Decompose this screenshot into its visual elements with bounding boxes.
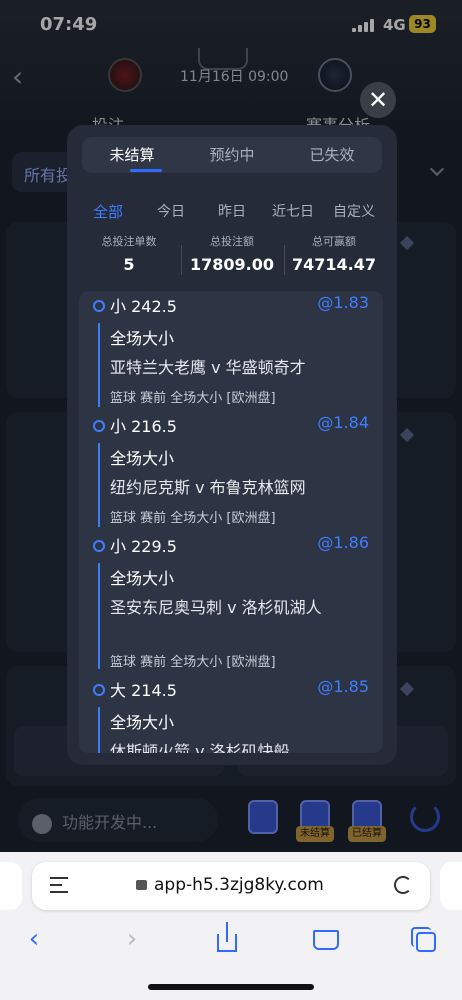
bet-market: 全场大小	[110, 449, 175, 468]
bet-market: 全场大小	[110, 569, 175, 588]
bet-summary: 总投注单数 5 总投注额 17809.00 总可赢额 74714.47	[79, 233, 385, 281]
home-indicator	[148, 984, 314, 990]
segment-unsettled[interactable]: 未结算	[82, 137, 182, 173]
bet-timeline	[98, 563, 100, 669]
stat-value: 5	[123, 255, 135, 274]
address-bar[interactable]: app-h5.3zjg8ky.com	[32, 862, 430, 910]
tabs-icon[interactable]	[416, 932, 436, 952]
active-segment-indicator	[130, 169, 162, 172]
filter-all[interactable]: 全部	[93, 201, 123, 222]
bet-market: 全场大小	[110, 713, 175, 732]
reload-icon[interactable]	[394, 876, 412, 894]
bet-item[interactable]: 大 214.5 @1.85 全场大小 休斯顿火箭 v 洛杉矶快船	[79, 677, 383, 753]
bet-status-dot-icon	[93, 300, 105, 312]
bet-pick: 大 214.5	[110, 681, 177, 700]
next-tab-preview[interactable]	[440, 862, 462, 910]
filter-yesterday[interactable]: 昨日	[218, 201, 246, 221]
bet-records-modal: 未结算 预约中 已失效 全部 今日 昨日 近七日 自定义 总投注单数 5 总投注…	[67, 125, 397, 765]
bet-status-dot-icon	[93, 540, 105, 552]
bet-meta: 篮球 赛前 全场大小 [欧洲盘]	[110, 655, 276, 670]
bet-pick: 小 229.5	[110, 537, 177, 556]
stat-total-bets: 总投注单数 5	[79, 233, 179, 274]
bet-odds: @1.85	[317, 677, 369, 696]
stat-label: 总可赢额	[312, 235, 356, 248]
bet-status-dot-icon	[93, 420, 105, 432]
bet-match: 休斯顿火箭 v 洛杉矶快船	[110, 742, 290, 753]
filter-custom[interactable]: 自定义	[333, 201, 375, 221]
segment-expired[interactable]: 已失效	[282, 137, 382, 173]
bet-match: 圣安东尼奥马刺 v 洛杉矶湖人	[110, 598, 322, 617]
stat-label: 总投注单数	[101, 235, 157, 248]
close-icon[interactable]: ✕	[360, 82, 396, 118]
stat-label: 总投注额	[210, 235, 254, 248]
browser-toolbar: app-h5.3zjg8ky.com ‹ ›	[0, 852, 462, 1000]
bet-item[interactable]: 小 242.5 @1.83 全场大小 亚特兰大老鹰 v 华盛顿奇才 篮球 赛前 …	[79, 293, 383, 411]
bet-timeline	[98, 443, 100, 527]
date-filter-bar: 全部 今日 昨日 近七日 自定义	[85, 201, 385, 221]
status-segmented-control: 未结算 预约中 已失效	[82, 137, 382, 173]
stat-value: 74714.47	[291, 255, 376, 274]
bet-item[interactable]: 小 229.5 @1.86 全场大小 圣安东尼奥马刺 v 洛杉矶湖人 篮球 赛前…	[79, 533, 383, 675]
bookmarks-icon[interactable]	[313, 930, 339, 950]
back-icon[interactable]: ‹	[18, 924, 50, 954]
bet-match: 亚特兰大老鹰 v 华盛顿奇才	[110, 358, 306, 377]
page-menu-icon[interactable]	[50, 877, 68, 893]
bet-market: 全场大小	[110, 329, 175, 348]
stat-value: 17809.00	[189, 255, 274, 274]
previous-tab-preview[interactable]	[0, 862, 22, 910]
bet-timeline	[98, 323, 100, 407]
forward-icon: ›	[126, 924, 138, 954]
lock-icon	[136, 880, 147, 890]
bet-odds: @1.86	[317, 533, 369, 552]
share-arrow	[226, 922, 228, 942]
bet-list[interactable]: 小 242.5 @1.83 全场大小 亚特兰大老鹰 v 华盛顿奇才 篮球 赛前 …	[79, 291, 383, 753]
bet-timeline	[98, 707, 100, 753]
bet-pick: 小 216.5	[110, 417, 177, 436]
bet-item[interactable]: 小 216.5 @1.84 全场大小 纽约尼克斯 v 布鲁克林篮网 篮球 赛前 …	[79, 413, 383, 531]
bet-odds: @1.84	[317, 413, 369, 432]
stat-total-stake: 总投注额 17809.00	[182, 233, 282, 274]
filter-last-seven-days[interactable]: 近七日	[272, 201, 314, 221]
filter-today[interactable]: 今日	[157, 201, 185, 221]
bet-meta: 篮球 赛前 全场大小 [欧洲盘]	[110, 511, 276, 526]
bet-pick: 小 242.5	[110, 297, 177, 316]
bet-meta: 篮球 赛前 全场大小 [欧洲盘]	[110, 391, 276, 406]
bet-odds: @1.83	[317, 293, 369, 312]
address-url[interactable]: app-h5.3zjg8ky.com	[154, 875, 324, 895]
stat-potential-win: 总可赢额 74714.47	[284, 233, 384, 274]
bet-status-dot-icon	[93, 684, 105, 696]
bet-match: 纽约尼克斯 v 布鲁克林篮网	[110, 478, 306, 497]
segment-reserved[interactable]: 预约中	[182, 137, 282, 173]
